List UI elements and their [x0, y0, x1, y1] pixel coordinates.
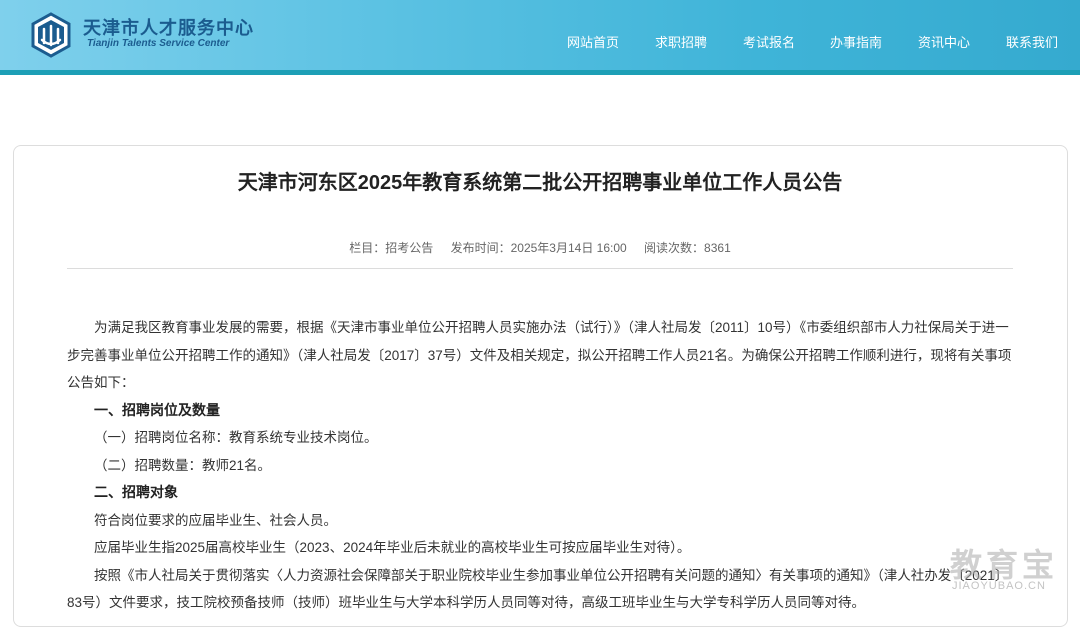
nav-home[interactable]: 网站首页 [567, 32, 619, 51]
nav-service-guide[interactable]: 办事指南 [830, 32, 882, 51]
article-view-count: 阅读次数：8361 [644, 241, 731, 255]
article-body: 为满足我区教育事业发展的需要，根据《天津市事业单位公开招聘人员实施办法（试行）》… [67, 314, 1017, 617]
divider [67, 268, 1013, 269]
section-heading-positions: 一、招聘岗位及数量 [94, 401, 220, 418]
article-publish-time: 发布时间：2025年3月14日 16:00 [450, 241, 627, 255]
site-header: 天津市人才服务中心 Tianjin Talents Service Center… [0, 0, 1080, 70]
paragraph-technical-schools: 按照《市人社局关于贯彻落实〈人力资源社会保障部关于职业院校毕业生参加事业单位公开… [67, 567, 1009, 611]
header-accent-bar [0, 70, 1080, 75]
section-heading-targets: 二、招聘对象 [94, 484, 178, 500]
nav-news[interactable]: 资讯中心 [918, 32, 970, 51]
nav-exam-registration[interactable]: 考试报名 [743, 32, 795, 51]
paragraph-graduates: 应届毕业生指2025届高校毕业生（2023、2024年毕业后未就业的高校毕业生可… [94, 540, 691, 555]
paragraph-intro: 为满足我区教育事业发展的需要，根据《天津市事业单位公开招聘人员实施办法（试行）》… [67, 320, 1012, 390]
main-nav: 网站首页 求职招聘 考试报名 办事指南 资讯中心 联系我们 [0, 32, 1080, 52]
paragraph-position-name: （一）招聘岗位名称：教育系统专业技术岗位。 [94, 430, 378, 445]
paragraph-targets: 符合岗位要求的应届毕业生、社会人员。 [94, 512, 337, 528]
article-column: 栏目：招考公告 [349, 241, 434, 255]
article-meta: 栏目：招考公告 发布时间：2025年3月14日 16:00 阅读次数：8361 [0, 239, 1080, 256]
nav-contact[interactable]: 联系我们 [1006, 32, 1058, 51]
nav-jobs[interactable]: 求职招聘 [655, 32, 707, 51]
paragraph-position-count: （二）招聘数量：教师21名。 [94, 457, 272, 473]
article-title: 天津市河东区2025年教育系统第二批公开招聘事业单位工作人员公告 [237, 172, 843, 194]
